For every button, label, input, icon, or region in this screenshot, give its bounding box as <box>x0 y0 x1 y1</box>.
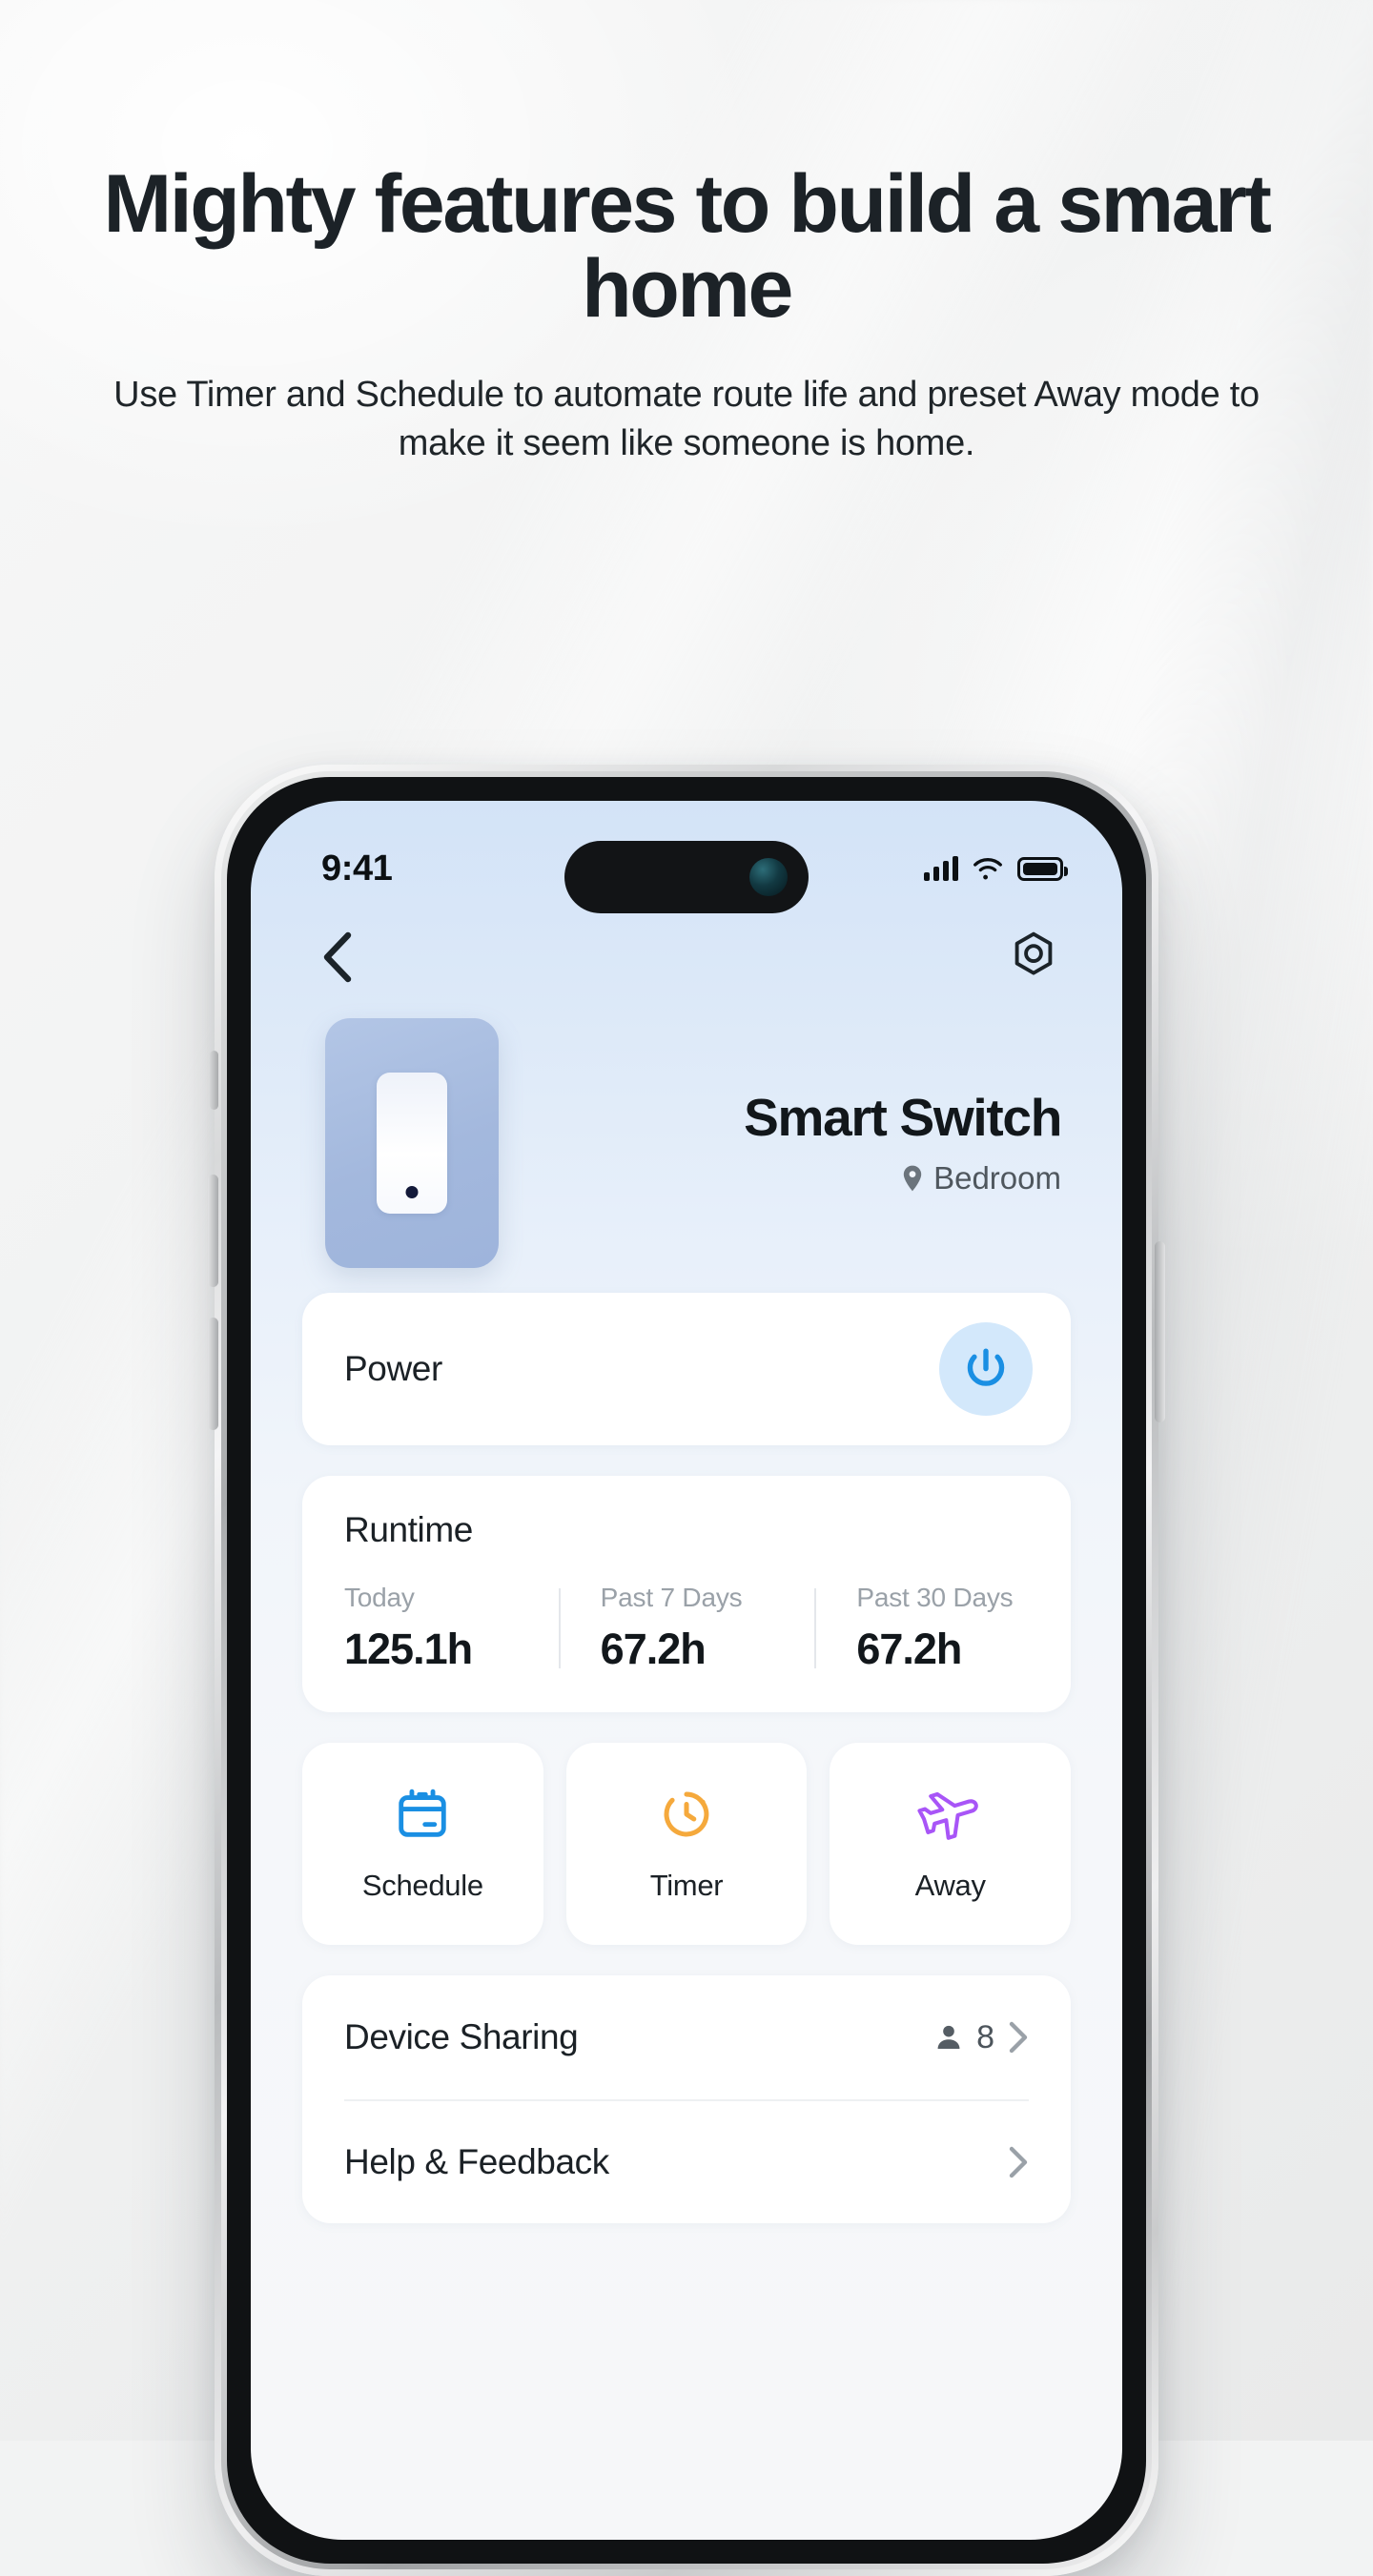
location-pin-icon <box>903 1166 922 1192</box>
chevron-right-icon <box>1009 2146 1028 2178</box>
runtime-stat-label: Past 30 Days <box>856 1583 1014 1612</box>
list-item-device-sharing[interactable]: Device Sharing 8 <box>344 1975 1029 2099</box>
runtime-title: Runtime <box>344 1510 473 1549</box>
settings-button[interactable] <box>1004 928 1063 987</box>
list-item-help-feedback[interactable]: Help & Feedback <box>344 2099 1029 2223</box>
runtime-stats: Today 125.1h Past 7 Days 67.2h Past 30 D… <box>302 1583 1071 1674</box>
device-room-label: Bedroom <box>933 1160 1061 1196</box>
runtime-stat-label: Past 7 Days <box>600 1583 743 1612</box>
calendar-icon <box>399 1789 447 1837</box>
device-room: Bedroom <box>744 1160 1061 1196</box>
gear-icon <box>1014 931 1053 975</box>
page-root: Mighty features to build a smart home Us… <box>0 0 1373 2576</box>
power-card[interactable]: Power <box>302 1293 1071 1445</box>
person-icon <box>937 2025 960 2049</box>
phone-frame: 9:41 Smart Switch Bedroom Power Runtime … <box>208 765 1165 2576</box>
tile-timer[interactable]: Timer <box>565 1743 808 1945</box>
device-cards: Power Runtime Today 125.1h Past 7 Days 6… <box>251 1293 1122 2223</box>
hero-subcopy: Use Timer and Schedule to automate route… <box>113 375 1260 463</box>
battery-full-icon <box>1017 856 1068 881</box>
runtime-stat-value: 67.2h <box>856 1625 962 1673</box>
tile-label: Schedule <box>361 1869 483 1902</box>
volume-up-button[interactable] <box>208 1175 218 1287</box>
power-toggle-button[interactable] <box>939 1322 1033 1416</box>
dynamic-island <box>564 841 809 913</box>
device-name: Smart Switch <box>744 1087 1062 1147</box>
hero-section: Mighty features to build a smart home Us… <box>0 0 1373 467</box>
list-item-trailing: 8 <box>934 2019 1029 2056</box>
runtime-stat-label: Today <box>344 1583 415 1612</box>
list-item-trailing <box>1008 2145 1029 2179</box>
volume-down-button[interactable] <box>208 1318 218 1430</box>
app-navbar <box>251 908 1122 1007</box>
switch-rocker <box>377 1073 447 1214</box>
quick-action-tiles: Schedule Timer Away <box>302 1743 1072 1945</box>
status-indicators <box>924 856 1068 881</box>
clock-timer-icon <box>664 1791 709 1837</box>
settings-list-card: Device Sharing 8 Help & Feedback <box>302 1975 1071 2223</box>
runtime-card: Runtime Today 125.1h Past 7 Days 67.2h P… <box>302 1476 1071 1712</box>
page-title: Mighty features to build a smart home <box>103 158 1272 335</box>
smart-switch-illustration <box>325 1018 499 1268</box>
list-item-label: Help & Feedback <box>344 2142 609 2181</box>
silence-switch[interactable] <box>210 1051 218 1110</box>
device-meta: Smart Switch Bedroom <box>744 1087 1062 1197</box>
tile-schedule[interactable]: Schedule <box>302 1743 543 1945</box>
runtime-stat-value: 125.1h <box>344 1625 473 1673</box>
tile-away[interactable]: Away <box>830 1743 1072 1945</box>
status-time: 9:41 <box>321 848 393 889</box>
list-item-label: Device Sharing <box>344 2017 579 2056</box>
airplane-icon <box>917 1791 978 1840</box>
runtime-stat-value: 67.2h <box>600 1625 707 1673</box>
runtime-stat: Past 30 Days 67.2h <box>814 1583 1071 1674</box>
device-hero: Smart Switch Bedroom <box>251 1005 1122 1281</box>
phone-screen: 9:41 Smart Switch Bedroom Power Runtime … <box>251 801 1122 2540</box>
power-icon <box>967 1348 1005 1386</box>
chevron-right-icon <box>1009 2021 1028 2054</box>
runtime-stat: Past 7 Days 67.2h <box>558 1583 815 1674</box>
wifi-icon <box>973 858 1002 880</box>
tile-label: Away <box>914 1869 986 1902</box>
list-item-count: 8 <box>976 2018 994 2055</box>
phone-bezel: 9:41 Smart Switch Bedroom Power Runtime … <box>227 777 1146 2564</box>
power-label: Power <box>344 1349 442 1388</box>
runtime-stat: Today 125.1h <box>302 1583 559 1674</box>
tile-label: Timer <box>649 1869 724 1902</box>
back-chevron-icon <box>323 931 352 983</box>
front-camera-icon <box>749 858 788 896</box>
side-power-button[interactable] <box>1155 1241 1165 1422</box>
back-button[interactable] <box>310 930 365 985</box>
cellular-bars-icon <box>924 856 958 881</box>
phone-mockup: 9:41 Smart Switch Bedroom Power Runtime … <box>208 765 1165 2576</box>
